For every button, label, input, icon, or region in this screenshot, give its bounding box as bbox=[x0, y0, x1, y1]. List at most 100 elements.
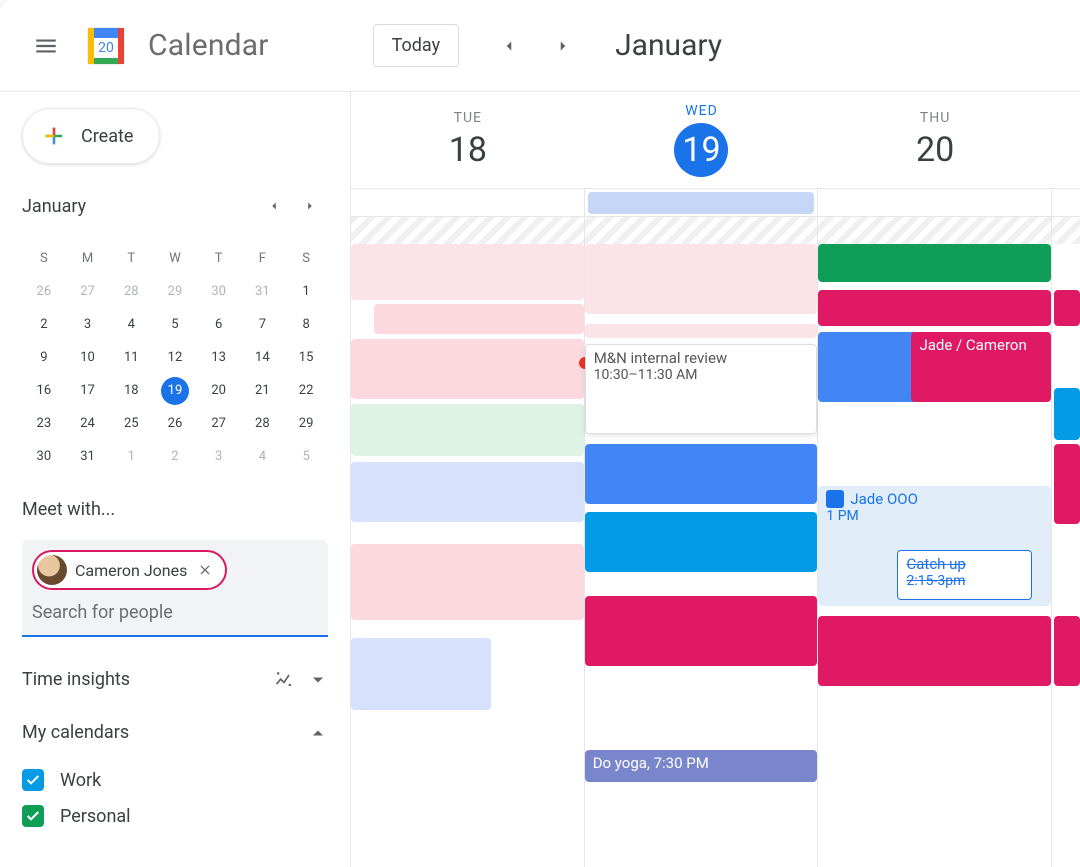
calendar-item[interactable]: Personal bbox=[22, 805, 328, 827]
mini-prev-button[interactable] bbox=[260, 192, 288, 220]
mini-calendar[interactable]: SMTWTFS 26272829303112345678910111213141… bbox=[22, 242, 328, 473]
event-block[interactable] bbox=[351, 339, 584, 399]
mini-day[interactable]: 20 bbox=[197, 374, 241, 407]
mini-day[interactable]: 29 bbox=[284, 407, 328, 440]
mini-day[interactable]: 3 bbox=[197, 440, 241, 473]
event-block[interactable] bbox=[585, 444, 818, 504]
mini-day[interactable]: 2 bbox=[22, 308, 66, 341]
person-chip[interactable]: Cameron Jones bbox=[32, 550, 227, 590]
event-title: Jade OOO bbox=[850, 490, 918, 508]
mini-day[interactable]: 22 bbox=[284, 374, 328, 407]
day-column-next[interactable] bbox=[1052, 244, 1080, 867]
event-block[interactable] bbox=[374, 304, 583, 334]
mini-day[interactable]: 30 bbox=[22, 440, 66, 473]
mini-day[interactable]: 15 bbox=[284, 341, 328, 374]
event-block[interactable] bbox=[1054, 388, 1080, 440]
mini-day[interactable]: 1 bbox=[109, 440, 153, 473]
chip-remove-button[interactable] bbox=[195, 560, 215, 580]
event-block[interactable] bbox=[1054, 616, 1080, 686]
event-block[interactable]: Do yoga, 7:30 PM bbox=[585, 750, 818, 782]
search-people-input[interactable] bbox=[32, 602, 318, 623]
mini-day[interactable]: 30 bbox=[197, 275, 241, 308]
mini-day[interactable]: 27 bbox=[197, 407, 241, 440]
event-block[interactable] bbox=[818, 616, 1051, 686]
mini-next-button[interactable] bbox=[296, 192, 324, 220]
event-block[interactable] bbox=[818, 290, 1051, 326]
mini-day[interactable]: 12 bbox=[153, 341, 197, 374]
mini-day[interactable]: 31 bbox=[241, 275, 285, 308]
mini-day[interactable]: 25 bbox=[109, 407, 153, 440]
day-header[interactable]: THU20 bbox=[818, 92, 1052, 188]
mini-day[interactable]: 10 bbox=[66, 341, 110, 374]
day-column-wed[interactable]: M&N internal review10:30–11:30 AM Do yoga… bbox=[585, 244, 819, 867]
mini-day[interactable]: 29 bbox=[153, 275, 197, 308]
event-block[interactable]: Catch up2:15-3pm bbox=[897, 550, 1032, 600]
mini-day[interactable]: 26 bbox=[22, 275, 66, 308]
mini-day[interactable]: 3 bbox=[66, 308, 110, 341]
mini-day[interactable]: 28 bbox=[241, 407, 285, 440]
prev-period-button[interactable] bbox=[489, 26, 529, 66]
mini-day[interactable]: 19 bbox=[153, 374, 197, 407]
mini-day[interactable]: 24 bbox=[66, 407, 110, 440]
mini-day[interactable]: 27 bbox=[66, 275, 110, 308]
day-header[interactable]: WED19 bbox=[585, 92, 819, 188]
mini-day[interactable]: 14 bbox=[241, 341, 285, 374]
event-block[interactable] bbox=[351, 544, 584, 620]
calendar-item[interactable]: Work bbox=[22, 769, 328, 791]
mini-day[interactable]: 16 bbox=[22, 374, 66, 407]
event-block[interactable] bbox=[351, 638, 491, 710]
event-block[interactable]: Jade / Cameron bbox=[911, 332, 1051, 402]
mini-day[interactable]: 5 bbox=[153, 308, 197, 341]
mini-day[interactable]: 2 bbox=[153, 440, 197, 473]
mini-day[interactable]: 17 bbox=[66, 374, 110, 407]
event-block[interactable] bbox=[585, 596, 818, 666]
allday-cell[interactable] bbox=[1052, 188, 1080, 216]
mini-day[interactable]: 18 bbox=[109, 374, 153, 407]
mini-day[interactable]: 6 bbox=[197, 308, 241, 341]
checkbox[interactable] bbox=[22, 805, 44, 827]
day-column-tue[interactable] bbox=[351, 244, 585, 867]
event-block[interactable]: M&N internal review10:30–11:30 AM bbox=[585, 344, 818, 434]
mini-day[interactable]: 21 bbox=[241, 374, 285, 407]
mini-day[interactable]: 7 bbox=[241, 308, 285, 341]
my-calendars-row[interactable]: My calendars bbox=[22, 722, 328, 743]
checkbox[interactable] bbox=[22, 769, 44, 791]
create-button[interactable]: Create bbox=[22, 108, 160, 164]
allday-cell[interactable] bbox=[351, 188, 585, 216]
next-period-button[interactable] bbox=[543, 26, 583, 66]
event-block[interactable] bbox=[1054, 290, 1080, 326]
mini-day[interactable]: 8 bbox=[284, 308, 328, 341]
today-button[interactable]: Today bbox=[373, 24, 459, 67]
allday-cell[interactable] bbox=[818, 188, 1052, 216]
event-block[interactable] bbox=[818, 244, 1051, 282]
mini-day[interactable]: 5 bbox=[284, 440, 328, 473]
mini-day[interactable]: 31 bbox=[66, 440, 110, 473]
event-block[interactable] bbox=[351, 244, 584, 300]
mini-day[interactable]: 28 bbox=[109, 275, 153, 308]
mini-day[interactable]: 23 bbox=[22, 407, 66, 440]
mini-day[interactable]: 9 bbox=[22, 341, 66, 374]
event-block[interactable] bbox=[585, 512, 818, 572]
mini-day[interactable]: 4 bbox=[241, 440, 285, 473]
all-day-event[interactable] bbox=[588, 192, 815, 214]
event-block[interactable] bbox=[351, 404, 584, 456]
allday-cell[interactable] bbox=[585, 188, 819, 216]
mini-day[interactable]: 1 bbox=[284, 275, 328, 308]
event-block[interactable] bbox=[1054, 444, 1080, 524]
time-insights-row[interactable]: Time insights bbox=[22, 669, 328, 690]
mini-day[interactable]: 26 bbox=[153, 407, 197, 440]
event-title: Jade / Cameron bbox=[919, 336, 1026, 354]
mini-day[interactable]: 11 bbox=[109, 341, 153, 374]
day-of-week: THU bbox=[920, 110, 950, 126]
chevron-up-icon bbox=[308, 723, 328, 743]
main-menu-button[interactable] bbox=[22, 22, 70, 70]
calendar-grid: TUE18WED19THU20 M&N internal review10:30… bbox=[350, 92, 1080, 867]
mini-day[interactable]: 13 bbox=[197, 341, 241, 374]
meet-section-label: Meet with... bbox=[22, 499, 328, 520]
event-block[interactable] bbox=[585, 244, 818, 314]
day-column-thu[interactable]: Jade / CameronJade OOO1 PMCatch up2:15-3… bbox=[818, 244, 1052, 867]
mini-day[interactable]: 4 bbox=[109, 308, 153, 341]
event-block[interactable] bbox=[585, 324, 818, 338]
event-block[interactable] bbox=[351, 462, 584, 522]
day-header[interactable]: TUE18 bbox=[351, 92, 585, 188]
